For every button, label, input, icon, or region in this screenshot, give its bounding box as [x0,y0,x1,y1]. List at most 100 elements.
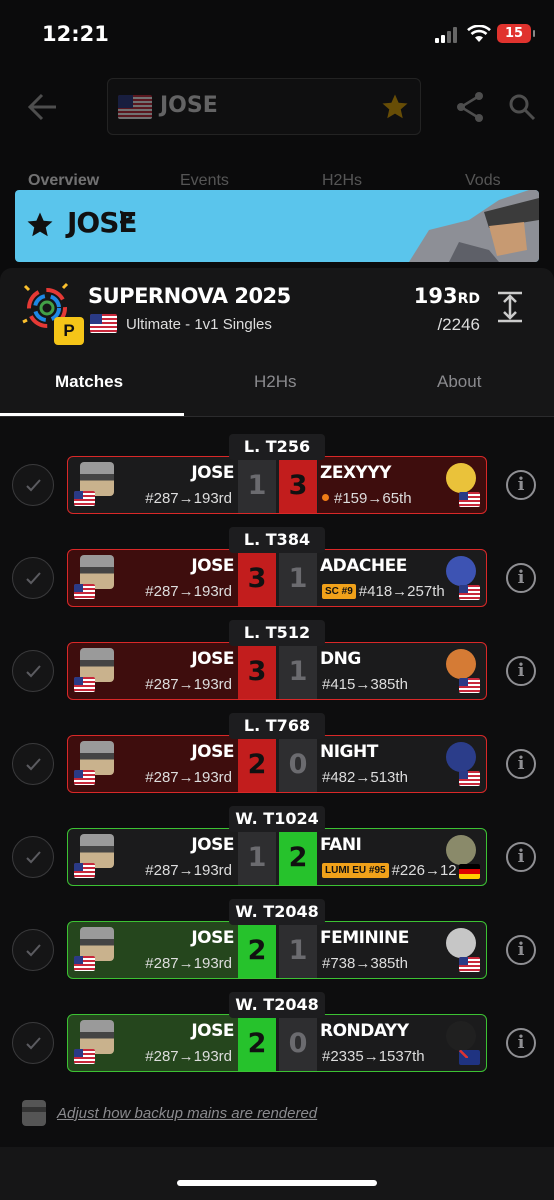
info-icon[interactable]: i [506,470,536,500]
opponent-seed: #415→385th [322,676,408,693]
battery-indicator: 15 [497,24,535,43]
info-icon[interactable]: i [506,749,536,779]
us-flag-icon [74,491,95,506]
tab-matches[interactable]: Matches [55,372,123,392]
event-title: SUPERNOVA 2025 [88,284,291,308]
search-icon[interactable] [507,92,537,122]
round-label: L. T384 [229,527,325,553]
player-name: JOSE [160,93,218,118]
us-flag-icon [74,863,95,878]
player-seed: #287→193rd [145,769,232,786]
player-name: JOSE [191,742,234,762]
match-checkbox[interactable] [12,650,54,692]
round-label: W. T2048 [229,899,325,925]
us-flag-icon [74,677,95,692]
de-flag-icon [459,864,480,879]
tab-h2hs[interactable]: H2Hs [254,372,297,392]
info-icon[interactable]: i [506,1028,536,1058]
event-subtitle: Ultimate - 1v1 Singles [126,316,272,333]
opponent-score: 0 [279,1015,317,1071]
match-card[interactable]: JOSE #287→193rd 3 1 DNG #415→385th [67,642,487,700]
match-checkbox[interactable] [12,743,54,785]
player-name: JOSE [191,835,234,855]
opponent-seed: #738→385th [322,955,408,972]
opponent-name: ADACHEE [320,556,407,576]
tab-about[interactable]: About [437,372,481,392]
match-card[interactable]: JOSE #287→193rd 2 0 RONDAYY #2335→1537th [67,1014,487,1072]
player-seed: #287→193rd [145,676,232,693]
placement: 193RD [413,284,480,308]
chevron-right-icon: > [119,204,134,231]
tab-vods[interactable]: Vods [465,172,501,190]
player-score: 2 [238,922,276,978]
info-icon[interactable]: i [506,842,536,872]
round-label: W. T2048 [229,992,325,1018]
us-flag-icon [74,1049,95,1064]
player-score: 3 [238,550,276,606]
opponent-name: NIGHT [320,742,378,762]
opponent-character-icon [446,742,476,772]
match-card[interactable]: JOSE #287→193rd 2 1 FEMININE #738→385th [67,921,487,979]
ranking-badge: SC #9 [322,584,356,599]
player-banner[interactable]: JOSE > [15,190,539,262]
wifi-icon [467,25,491,42]
us-flag-icon [459,585,480,600]
player-name: JOSE [191,556,234,576]
match-card[interactable]: JOSE #287→193rd 1 2 FANI LUMI EU #95 #226… [67,828,487,886]
opponent-score: 0 [279,736,317,792]
star-icon[interactable] [380,92,410,122]
status-dot [322,494,329,501]
us-flag-icon [459,492,480,507]
star-icon [27,212,53,237]
player-score: 1 [238,457,276,513]
opponent-name: ZEXYYY [320,463,391,483]
opponent-score: 3 [279,457,317,513]
opponent-seed: SC #9 #418→257th [322,583,445,600]
us-flag-icon [459,771,480,786]
tab-h2hs[interactable]: H2Hs [322,172,362,190]
opponent-character-icon [446,463,476,493]
round-label: L. T768 [229,713,325,739]
clock: 12:21 [42,22,109,46]
player-score: 2 [238,1015,276,1071]
back-arrow-icon[interactable] [26,92,58,122]
opponent-character-icon [446,556,476,586]
player-seed: #287→193rd [145,490,232,507]
expand-icon[interactable] [495,290,525,324]
info-icon[interactable]: i [506,656,536,686]
opponent-score: 1 [279,550,317,606]
us-flag-icon [459,678,480,693]
player-seed: #287→193rd [145,583,232,600]
us-flag-icon [74,770,95,785]
player-search-box[interactable]: JOSE [107,78,421,135]
match-checkbox[interactable] [12,464,54,506]
opponent-score: 1 [279,643,317,699]
tab-events[interactable]: Events [180,172,229,190]
backup-mains-link[interactable]: Adjust how backup mains are rendered [57,1105,317,1122]
opponent-name: DNG [320,649,361,669]
match-checkbox[interactable] [12,1022,54,1064]
info-icon[interactable]: i [506,935,536,965]
premier-badge: P [54,317,84,345]
match-checkbox[interactable] [12,929,54,971]
match-checkbox[interactable] [12,836,54,878]
tab-overview[interactable]: Overview [28,172,99,190]
match-card[interactable]: JOSE #287→193rd 2 0 NIGHT #482→513th [67,735,487,793]
opponent-seed: #482→513th [322,769,408,786]
home-indicator[interactable] [177,1180,377,1186]
player-seed: #287→193rd [145,862,232,879]
us-flag-icon [459,957,480,972]
match-card[interactable]: JOSE #287→193rd 1 3 ZEXYYY #159→65th [67,456,487,514]
status-bar: 12:21 15 [0,0,554,70]
character-icon [22,1100,46,1126]
player-name: JOSE [191,928,234,948]
player-seed: #287→193rd [145,1048,232,1065]
us-flag-icon [90,314,117,333]
player-seed: #287→193rd [145,955,232,972]
match-card[interactable]: JOSE #287→193rd 3 1 ADACHEE SC #9 #418→25… [67,549,487,607]
share-icon[interactable] [455,90,487,124]
info-icon[interactable]: i [506,563,536,593]
player-score: 3 [238,643,276,699]
round-label: W. T1024 [229,806,325,832]
match-checkbox[interactable] [12,557,54,599]
